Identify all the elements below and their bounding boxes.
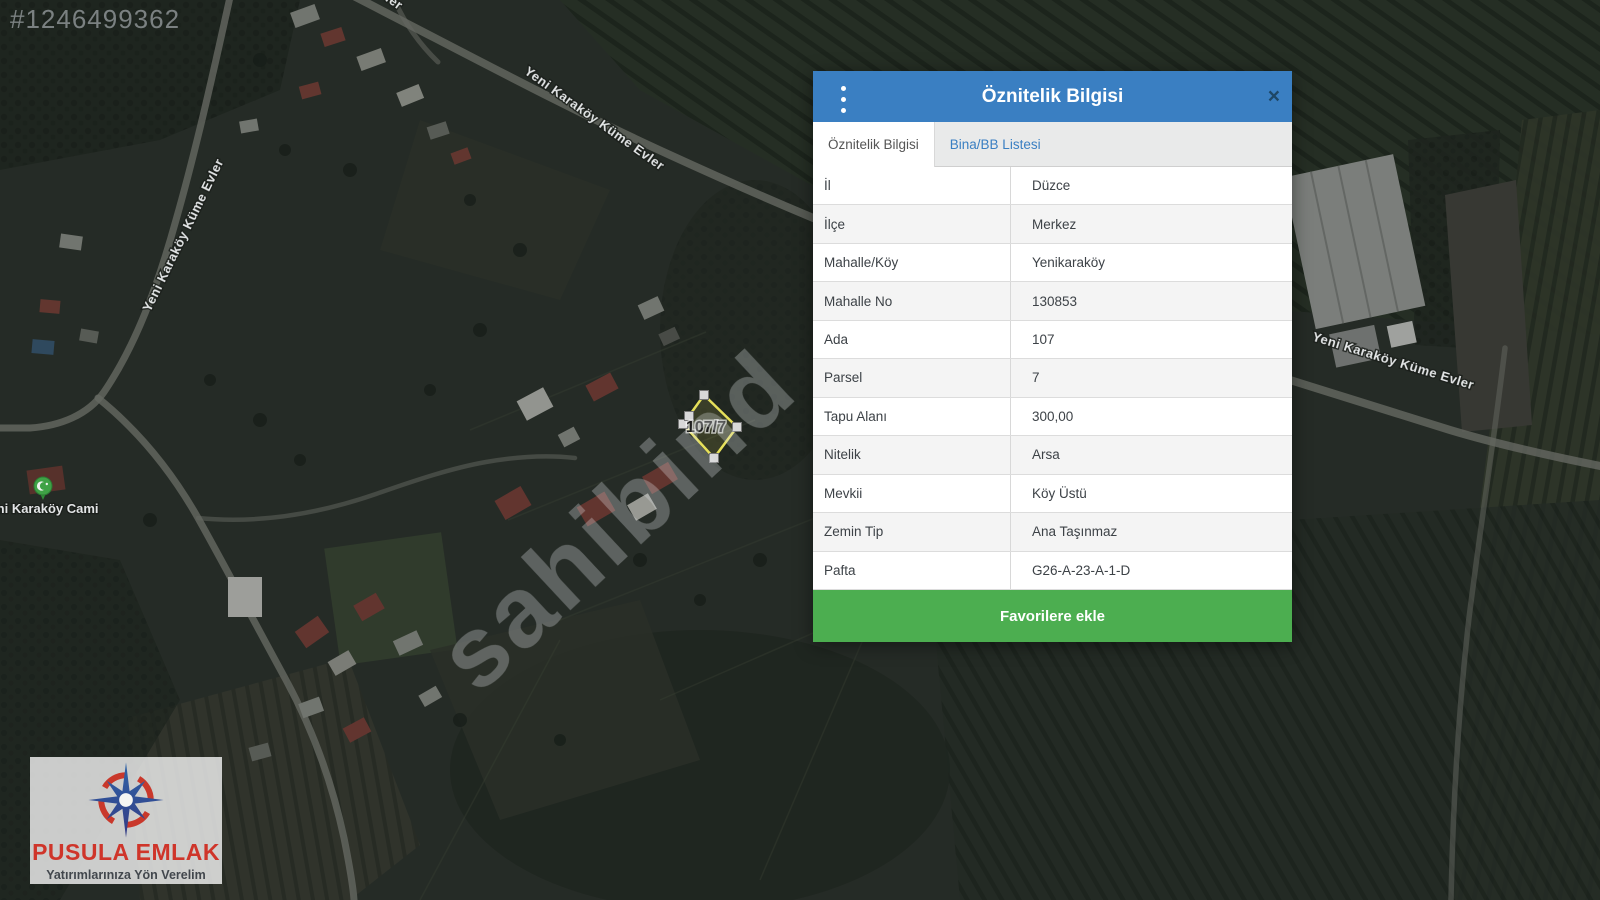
table-row: Mahalle/Köy Yenikaraköy	[813, 244, 1292, 282]
table-row: Parsel 7	[813, 359, 1292, 397]
row-label: Mahalle No	[813, 282, 1011, 319]
menu-dots-button[interactable]	[827, 71, 859, 122]
dark-overlay	[0, 0, 1600, 900]
row-value: Yenikaraköy	[1011, 244, 1292, 281]
attribute-dialog: Öznitelik Bilgisi × Öznitelik Bilgisi Bi…	[813, 71, 1292, 642]
pusula-emlak-logo: PUSULA EMLAK Yatırımlarınıza Yön Verelim	[30, 757, 222, 884]
table-row: İlçe Merkez	[813, 205, 1292, 243]
row-label: Tapu Alanı	[813, 398, 1011, 435]
add-to-favorites-button[interactable]: Favorilere ekle	[813, 590, 1292, 642]
dialog-title: Öznitelik Bilgisi	[982, 86, 1123, 108]
listing-id: #1246499362	[10, 4, 180, 35]
table-row: Mevkii Köy Üstü	[813, 475, 1292, 513]
row-value: Düzce	[1011, 167, 1292, 204]
row-label: İl	[813, 167, 1011, 204]
compass-icon	[83, 759, 169, 841]
row-value: Arsa	[1011, 436, 1292, 473]
row-label: Nitelik	[813, 436, 1011, 473]
row-label: Mahalle/Köy	[813, 244, 1011, 281]
table-row: Tapu Alanı 300,00	[813, 398, 1292, 436]
dialog-header: Öznitelik Bilgisi ×	[813, 71, 1292, 122]
table-row: Nitelik Arsa	[813, 436, 1292, 474]
row-value: 7	[1011, 359, 1292, 396]
row-label: Parsel	[813, 359, 1011, 396]
row-label: İlçe	[813, 205, 1011, 242]
close-icon[interactable]: ×	[1268, 71, 1280, 122]
vertical-dots-icon	[841, 86, 846, 91]
row-value: G26-A-23-A-1-D	[1011, 552, 1292, 589]
row-value: Köy Üstü	[1011, 475, 1292, 512]
row-label: Zemin Tip	[813, 513, 1011, 550]
row-value: Merkez	[1011, 205, 1292, 242]
table-row: Zemin Tip Ana Taşınmaz	[813, 513, 1292, 551]
table-row: İl Düzce	[813, 167, 1292, 205]
dialog-tabbar: Öznitelik Bilgisi Bina/BB Listesi	[813, 122, 1292, 167]
table-row: Pafta G26-A-23-A-1-D	[813, 552, 1292, 590]
table-row: Ada 107	[813, 321, 1292, 359]
attribute-table: İl Düzce İlçe Merkez Mahalle/Köy Yenikar…	[813, 167, 1292, 590]
screenshot-stage: Yeni Karaköy Küme Evler Yeni Karaköy Küm…	[0, 0, 1600, 900]
row-label: Ada	[813, 321, 1011, 358]
tab-bina-bb-listesi[interactable]: Bina/BB Listesi	[935, 122, 1056, 166]
row-value: 130853	[1011, 282, 1292, 319]
row-label: Pafta	[813, 552, 1011, 589]
row-label: Mevkii	[813, 475, 1011, 512]
row-value: Ana Taşınmaz	[1011, 513, 1292, 550]
satellite-map[interactable]: Yeni Karaköy Küme Evler Yeni Karaköy Küm…	[0, 0, 1600, 900]
mosque-label: Yeni Karaköy Cami	[0, 501, 99, 516]
table-row: Mahalle No 130853	[813, 282, 1292, 320]
row-value: 300,00	[1011, 398, 1292, 435]
row-value: 107	[1011, 321, 1292, 358]
logo-tagline: Yatırımlarınıza Yön Verelim	[46, 868, 206, 882]
logo-name: PUSULA EMLAK	[32, 841, 220, 864]
tab-oznitelik-bilgisi[interactable]: Öznitelik Bilgisi	[813, 122, 935, 167]
